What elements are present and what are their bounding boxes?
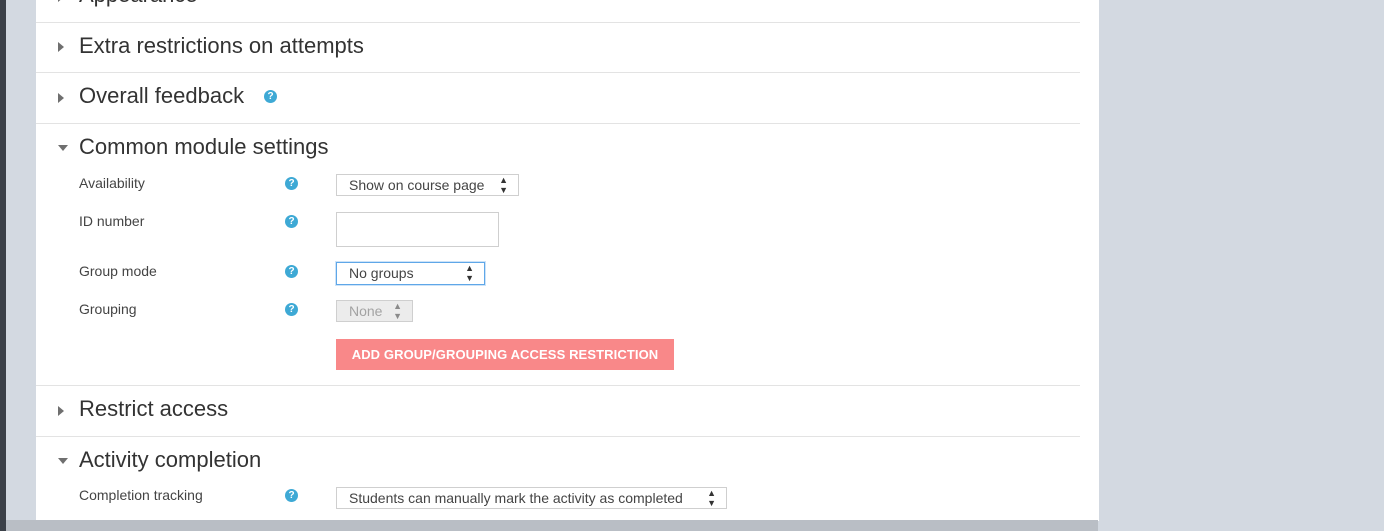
grouping-select: None ▲ ▼ — [336, 300, 413, 322]
section-overall-feedback[interactable]: Overall feedback ? — [36, 73, 1080, 124]
help-icon[interactable]: ? — [285, 265, 298, 278]
select-arrows-icon: ▲ ▼ — [707, 488, 716, 508]
group-mode-value: No groups — [349, 265, 414, 281]
section-title: Common module settings — [79, 134, 329, 159]
completion-tracking-select[interactable]: Students can manually mark the activity … — [336, 487, 727, 509]
id-number-label: ID number — [79, 213, 145, 229]
section-title: Appearance — [79, 0, 198, 8]
availability-select[interactable]: Show on course page ▲ ▼ — [336, 174, 519, 196]
select-arrows-icon: ▲ ▼ — [499, 175, 508, 195]
help-icon[interactable]: ? — [264, 90, 277, 103]
section-restrict-access[interactable]: Restrict access — [36, 386, 1080, 437]
section-title: Overall feedback — [79, 83, 245, 108]
section-title: Activity completion — [79, 447, 262, 472]
select-arrows-icon: ▲ ▼ — [465, 263, 474, 283]
select-arrows-icon: ▲ ▼ — [393, 301, 402, 321]
grouping-value: None — [349, 303, 383, 319]
horizontal-scrollbar[interactable] — [6, 520, 1098, 531]
expanded-arrow-icon — [58, 145, 68, 151]
collapsed-arrow-icon — [58, 0, 64, 2]
section-title: Extra restrictions on attempts — [79, 33, 364, 58]
settings-panel: Appearance Extra restrictions on attempt… — [36, 0, 1099, 521]
section-appearance[interactable]: Appearance — [36, 0, 1080, 23]
help-icon[interactable]: ? — [285, 303, 298, 316]
collapsed-arrow-icon — [58, 93, 64, 103]
add-group-grouping-access-restriction-button[interactable]: ADD GROUP/GROUPING ACCESS RESTRICTION — [336, 339, 674, 370]
expanded-arrow-icon — [58, 458, 68, 464]
id-number-input[interactable] — [336, 212, 499, 247]
help-icon[interactable]: ? — [285, 489, 298, 502]
group-mode-select[interactable]: No groups ▲ ▼ — [336, 262, 485, 285]
help-icon[interactable]: ? — [285, 177, 298, 190]
collapsed-arrow-icon — [58, 406, 64, 416]
grouping-label: Grouping — [79, 301, 137, 317]
availability-value: Show on course page — [349, 177, 485, 193]
completion-tracking-label: Completion tracking — [79, 487, 203, 503]
left-edge-strip — [0, 0, 6, 531]
availability-label: Availability — [79, 175, 145, 191]
completion-tracking-value: Students can manually mark the activity … — [349, 490, 683, 506]
section-extra-restrictions[interactable]: Extra restrictions on attempts — [36, 22, 1080, 73]
collapsed-arrow-icon — [58, 42, 64, 52]
group-mode-label: Group mode — [79, 263, 157, 279]
help-icon[interactable]: ? — [285, 215, 298, 228]
section-title: Restrict access — [79, 396, 229, 421]
section-common-module-settings[interactable]: Common module settings — [36, 124, 1080, 164]
section-activity-completion[interactable]: Activity completion — [36, 437, 1080, 477]
